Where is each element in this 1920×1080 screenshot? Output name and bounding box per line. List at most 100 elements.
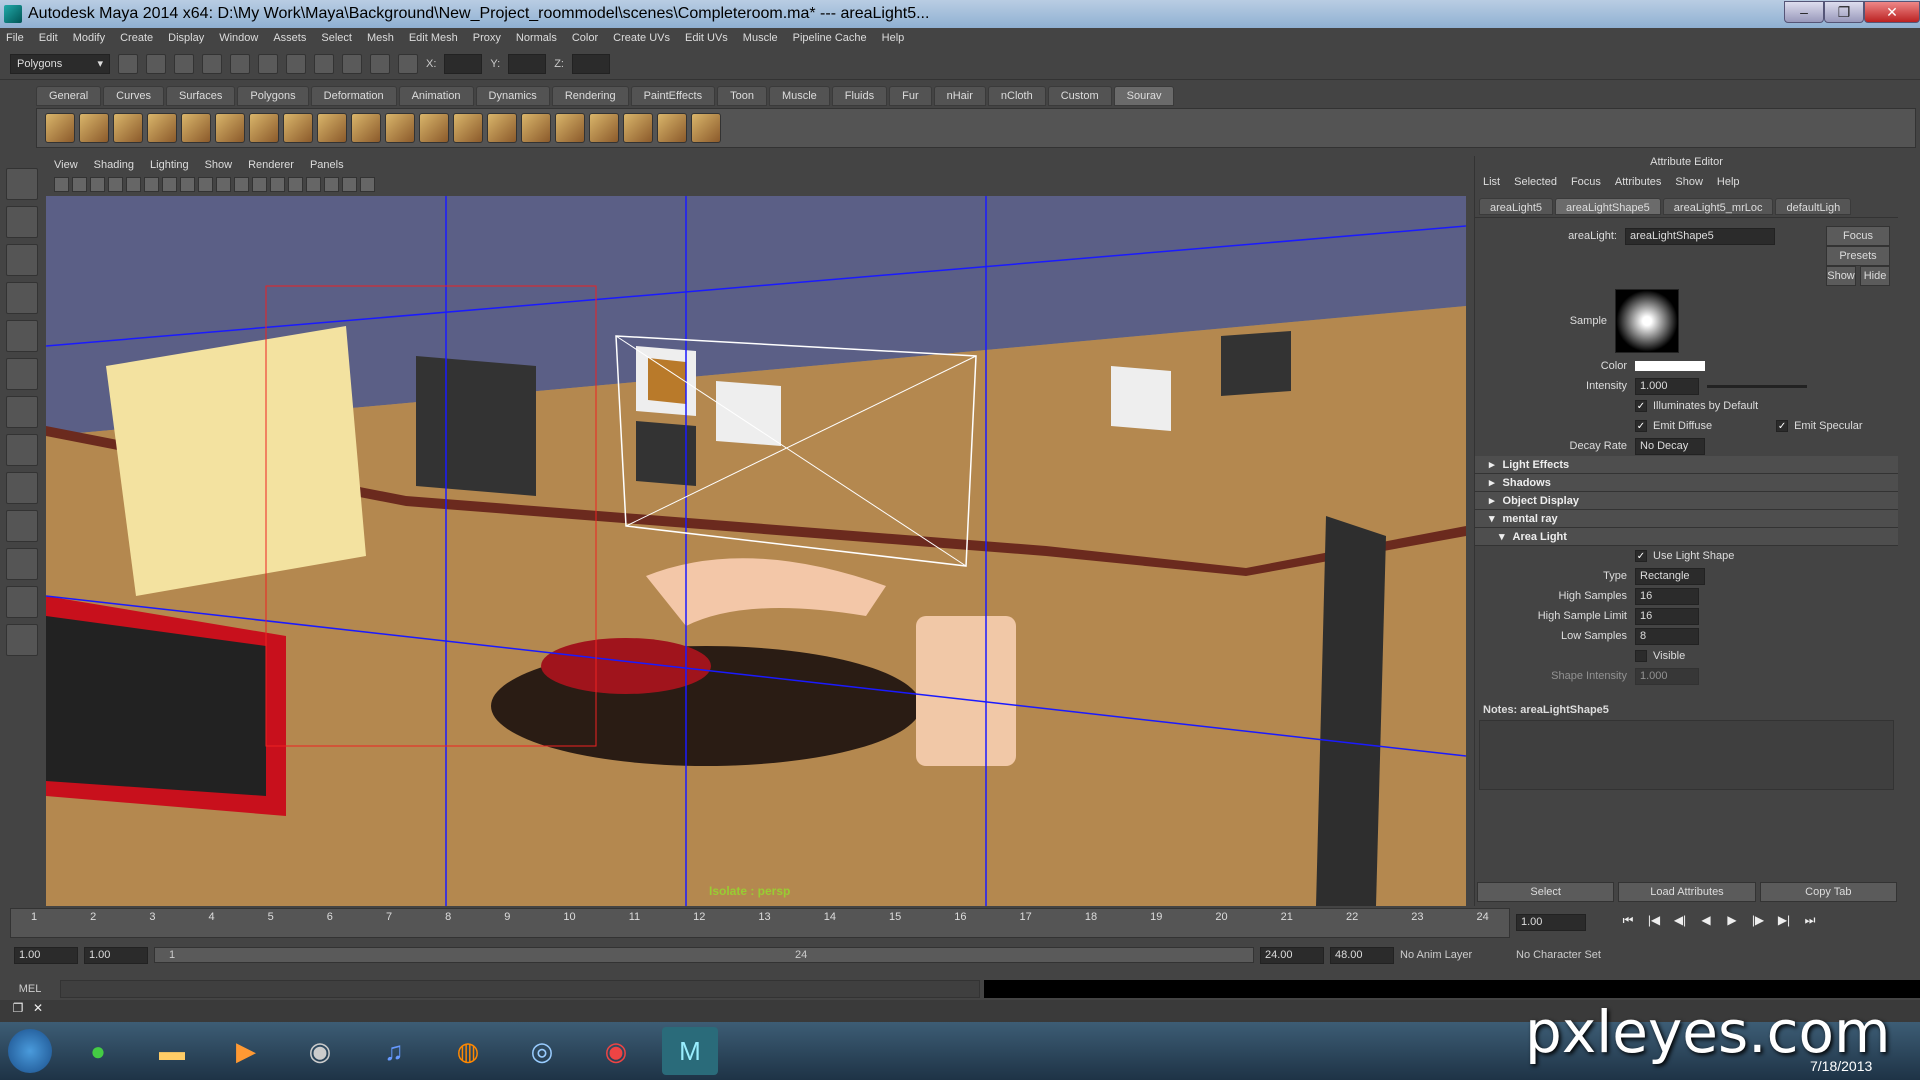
anim-start-field[interactable]: 1.00: [14, 946, 78, 964]
shelf-tool-icon[interactable]: [453, 113, 483, 143]
menu-select[interactable]: Select: [321, 32, 352, 44]
type-dropdown[interactable]: Rectangle: [1635, 567, 1705, 585]
grid-icon[interactable]: [126, 176, 141, 192]
menu-modify[interactable]: Modify: [73, 32, 105, 44]
shelf-tool-icon[interactable]: [79, 113, 109, 143]
vp-menu-view[interactable]: View: [54, 159, 78, 171]
character-set-dropdown[interactable]: No Character Set: [1516, 949, 1626, 961]
shelf-tab-rendering[interactable]: Rendering: [551, 86, 629, 106]
play-forward-icon[interactable]: ▶: [1722, 913, 1742, 933]
shelf-tool-icon[interactable]: [351, 113, 381, 143]
notes-field[interactable]: [1479, 720, 1894, 790]
chrome-icon[interactable]: ◉: [588, 1027, 644, 1075]
show-button[interactable]: Show: [1826, 266, 1856, 286]
step-back-key-icon[interactable]: |◀: [1644, 913, 1664, 933]
menu-proxy[interactable]: Proxy: [473, 32, 501, 44]
shelf-tool-icon[interactable]: [249, 113, 279, 143]
vp-menu-renderer[interactable]: Renderer: [248, 159, 294, 171]
menu-pipeline-cache[interactable]: Pipeline Cache: [793, 32, 867, 44]
playback-end-field[interactable]: 24.00: [1260, 946, 1324, 964]
shelf-tool-icon[interactable]: [113, 113, 143, 143]
last-tool-icon[interactable]: [6, 396, 38, 428]
shelf-tab-sourav[interactable]: Sourav: [1113, 86, 1175, 106]
shelf-tab-fluids[interactable]: Fluids: [831, 86, 888, 106]
attr-menu-focus[interactable]: Focus: [1571, 176, 1601, 188]
media-player-icon[interactable]: ▶: [218, 1027, 274, 1075]
visible-checkbox[interactable]: [1635, 650, 1647, 662]
emit-diffuse-checkbox[interactable]: ✓: [1635, 420, 1647, 432]
go-to-end-icon[interactable]: ⏭: [1800, 913, 1820, 933]
attr-menu-attributes[interactable]: Attributes: [1615, 176, 1661, 188]
rotate-tool-icon[interactable]: [6, 320, 38, 352]
open-scene-icon[interactable]: [146, 53, 166, 74]
time-slider[interactable]: 1 2 3 4 5 6 7 8 9 10 11 12 13 14 15 16 17 18 19 20 21 22 23 24: [10, 908, 1510, 938]
range-slider[interactable]: 1 24: [154, 947, 1254, 963]
current-frame-field[interactable]: 1.00: [1516, 914, 1586, 931]
utorrent-icon[interactable]: ●: [70, 1027, 126, 1075]
resolution-gate-icon[interactable]: [162, 176, 177, 192]
shelf-tool-icon[interactable]: [385, 113, 415, 143]
layout-single-icon[interactable]: [6, 434, 38, 466]
select-hierarchy-icon[interactable]: [202, 53, 222, 74]
step-forward-icon[interactable]: |▶: [1748, 913, 1768, 933]
shelf-tab-nhair[interactable]: nHair: [933, 86, 986, 106]
layout-custom-icon[interactable]: [6, 624, 38, 656]
layout-four-icon[interactable]: [6, 472, 38, 504]
shelf-tool-icon[interactable]: [657, 113, 687, 143]
media-center-icon[interactable]: ◉: [292, 1027, 348, 1075]
menu-assets[interactable]: Assets: [273, 32, 306, 44]
tab-defaultlight[interactable]: defaultLigh: [1775, 198, 1852, 215]
shelf-tool-icon[interactable]: [215, 113, 245, 143]
layout-hypershade-icon[interactable]: [6, 586, 38, 618]
menu-create-uvs[interactable]: Create UVs: [613, 32, 670, 44]
cmd-language-label[interactable]: MEL: [0, 983, 60, 995]
shelf-tool-icon[interactable]: [623, 113, 653, 143]
step-forward-key-icon[interactable]: ▶|: [1774, 913, 1794, 933]
layout-persp-outliner-icon[interactable]: [6, 510, 38, 542]
layout-graph-icon[interactable]: [6, 548, 38, 580]
presets-button[interactable]: Presets: [1826, 246, 1890, 266]
emit-specular-checkbox[interactable]: ✓: [1776, 420, 1789, 432]
textured-icon[interactable]: [216, 176, 231, 192]
shelf-tool-icon[interactable]: [555, 113, 585, 143]
play-backward-icon[interactable]: ◀: [1696, 913, 1716, 933]
image-plane-icon[interactable]: [108, 176, 123, 192]
shelf-tool-icon[interactable]: [419, 113, 449, 143]
copy-tab-button[interactable]: Copy Tab: [1759, 882, 1897, 902]
x-field[interactable]: [444, 53, 483, 74]
smooth-shade-icon[interactable]: [198, 176, 213, 192]
isolate-select-icon[interactable]: [288, 176, 303, 192]
high-limit-field[interactable]: 16: [1635, 607, 1699, 625]
illuminates-checkbox[interactable]: ✓: [1635, 400, 1647, 412]
shelf-tool-icon[interactable]: [317, 113, 347, 143]
menu-normals[interactable]: Normals: [516, 32, 557, 44]
attr-menu-help[interactable]: Help: [1717, 176, 1740, 188]
close-icon[interactable]: ✕: [28, 1001, 48, 1021]
camera-attr-icon[interactable]: [72, 176, 87, 192]
attr-menu-show[interactable]: Show: [1675, 176, 1703, 188]
vp-menu-lighting[interactable]: Lighting: [150, 159, 189, 171]
color-swatch[interactable]: [1635, 361, 1705, 371]
paint-select-tool-icon[interactable]: [6, 244, 38, 276]
menu-set-dropdown[interactable]: Polygons ▾: [10, 53, 110, 74]
menu-edit[interactable]: Edit: [39, 32, 58, 44]
shelf-tool-icon[interactable]: [181, 113, 211, 143]
save-scene-icon[interactable]: [174, 53, 194, 74]
shelf-tool-icon[interactable]: [521, 113, 551, 143]
safari-icon[interactable]: ◎: [514, 1027, 570, 1075]
section-light-effects[interactable]: ▸ Light Effects: [1475, 456, 1898, 474]
focus-button[interactable]: Focus: [1826, 226, 1890, 246]
tab-arealight5-mrloc[interactable]: areaLight5_mrLoc: [1662, 198, 1774, 215]
menu-edit-uvs[interactable]: Edit UVs: [685, 32, 728, 44]
shelf-tab-fur[interactable]: Fur: [889, 86, 932, 106]
wireframe-icon[interactable]: [180, 176, 195, 192]
camera-icon[interactable]: [54, 176, 69, 192]
low-samples-field[interactable]: 8: [1635, 627, 1699, 645]
vp-menu-show[interactable]: Show: [205, 159, 233, 171]
command-input[interactable]: [60, 980, 980, 998]
shelf-tab-custom[interactable]: Custom: [1047, 86, 1112, 106]
move-tool-icon[interactable]: [6, 282, 38, 314]
start-button[interactable]: [8, 1029, 52, 1073]
select-tool-icon[interactable]: [6, 168, 38, 200]
snap-curve-icon[interactable]: [314, 53, 334, 74]
